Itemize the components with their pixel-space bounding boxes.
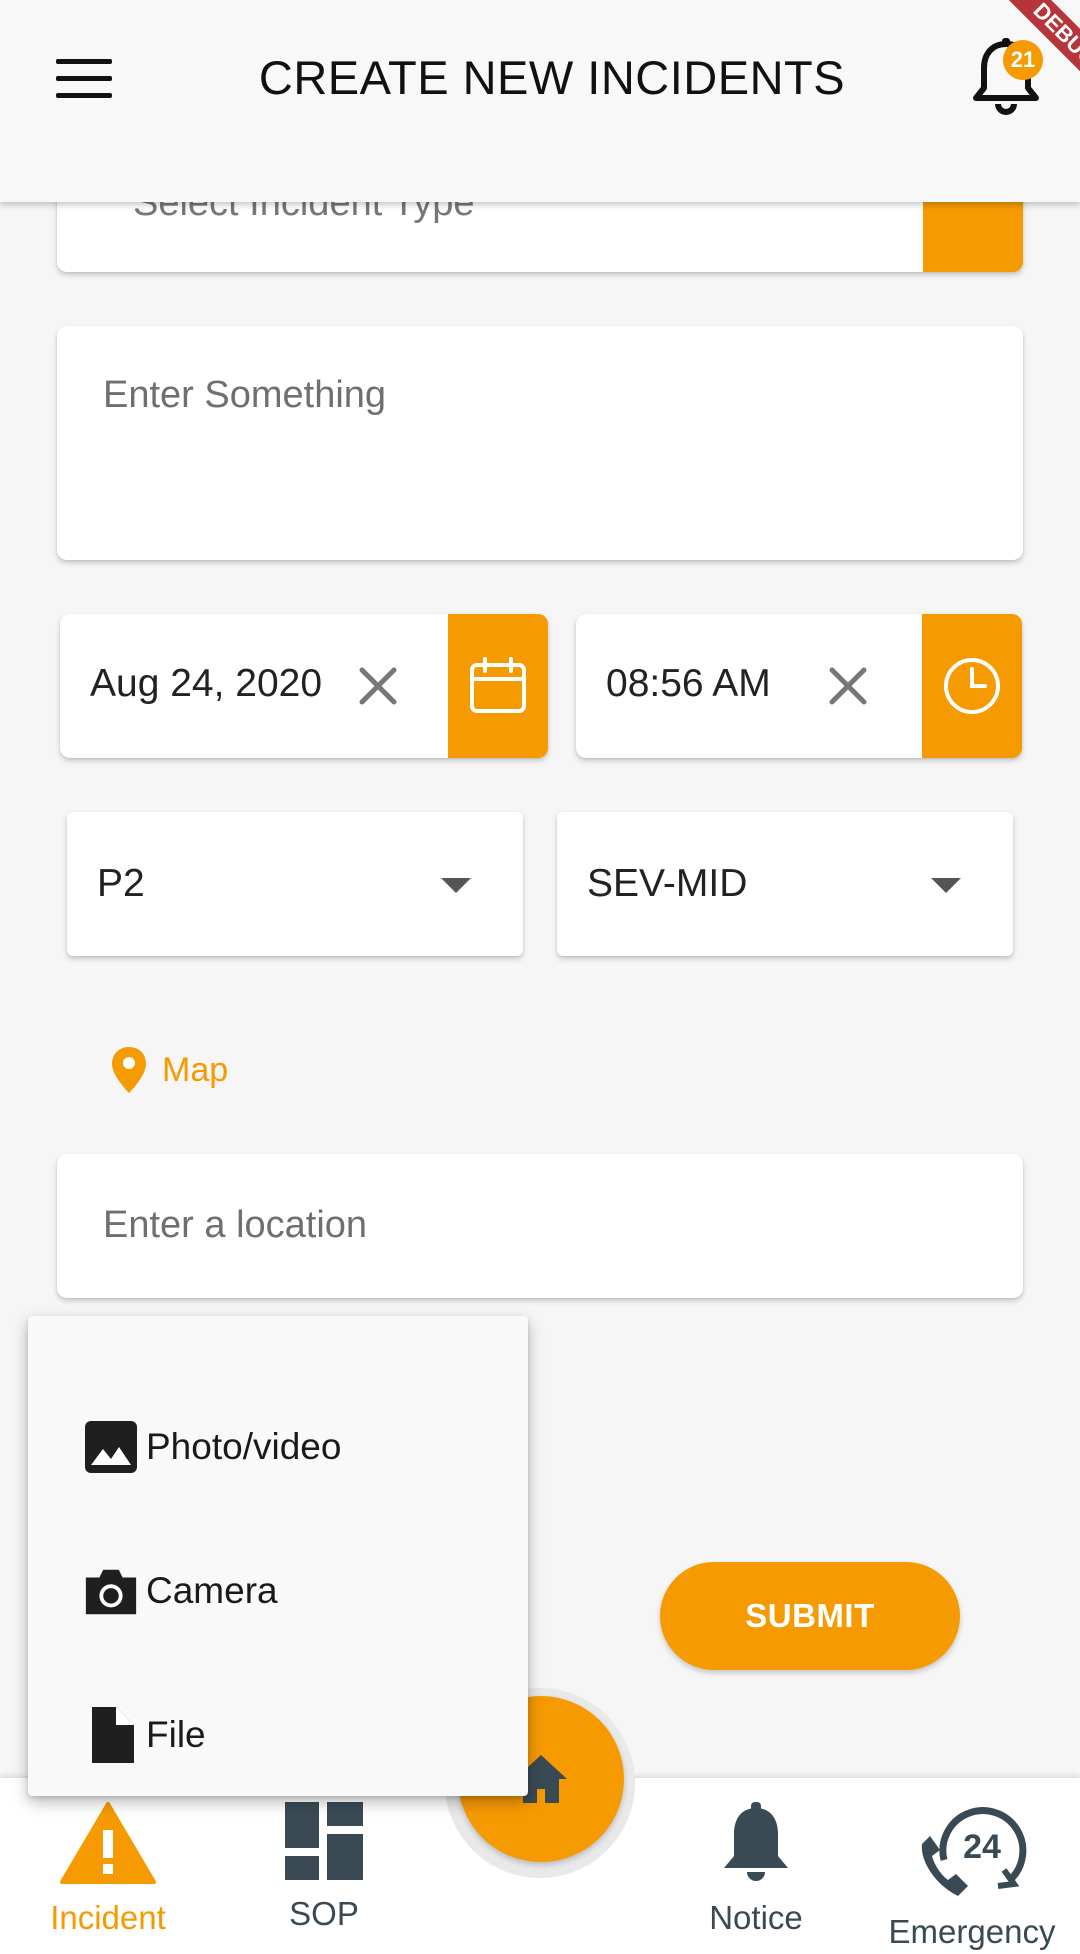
menu-item-camera[interactable]: Camera [82, 1556, 278, 1626]
location-pin-icon [112, 1047, 146, 1093]
nav-label: Incident [50, 1899, 166, 1936]
priority-value: P2 [97, 862, 145, 905]
attachment-menu: Photo/video Camera File [28, 1316, 528, 1796]
calendar-button[interactable] [448, 614, 548, 758]
description-placeholder: Enter Something [103, 374, 387, 416]
nav-item-notice[interactable]: Notice [656, 1800, 856, 1937]
date-field[interactable]: Aug 24, 2020 [60, 614, 548, 758]
chevron-down-icon [441, 878, 471, 893]
notification-badge: 21 [1003, 40, 1043, 80]
severity-value: SEV-MID [587, 862, 748, 905]
clock-icon [944, 658, 1000, 714]
time-value: 08:56 AM [606, 662, 771, 705]
image-icon [82, 1418, 140, 1476]
page-title: CREATE NEW INCIDENTS [258, 51, 846, 104]
severity-dropdown[interactable]: SEV-MID [557, 812, 1013, 956]
location-placeholder: Enter a location [103, 1204, 368, 1246]
description-input[interactable]: Enter Something [57, 326, 1023, 560]
map-label: Map [162, 1050, 229, 1089]
priority-dropdown[interactable]: P2 [67, 812, 523, 956]
menu-item-label: Camera [146, 1570, 278, 1611]
submit-button[interactable]: SUBMIT [660, 1562, 960, 1670]
warning-icon [60, 1802, 156, 1884]
dashboard-icon [285, 1802, 363, 1880]
menu-item-file[interactable]: File [82, 1700, 206, 1770]
file-icon [82, 1706, 140, 1764]
app-bar: CREATE NEW INCIDENTS 21 [0, 0, 1080, 202]
map-button[interactable]: Map [110, 1045, 228, 1095]
clear-date-icon[interactable] [358, 666, 398, 706]
camera-icon [82, 1562, 140, 1620]
svg-text:24: 24 [963, 1828, 1001, 1866]
location-input[interactable]: Enter a location [57, 1154, 1023, 1298]
date-value: Aug 24, 2020 [90, 662, 323, 705]
nav-item-incident[interactable]: Incident [8, 1800, 208, 1937]
nav-label: SOP [289, 1895, 359, 1932]
nav-label: Notice [709, 1899, 803, 1936]
nav-item-emergency[interactable]: 24 Emergency [872, 1800, 1072, 1951]
menu-item-photo-video[interactable]: Photo/video [82, 1412, 341, 1482]
phone-24-icon: 24 [921, 1807, 1027, 1896]
nav-label: Emergency [888, 1913, 1056, 1950]
calendar-icon [470, 657, 526, 713]
chevron-down-icon [931, 878, 961, 893]
clock-button[interactable] [922, 614, 1022, 758]
menu-item-label: File [146, 1714, 206, 1755]
nav-item-sop[interactable]: SOP [224, 1800, 424, 1933]
bell-icon [724, 1802, 788, 1881]
time-field[interactable]: 08:56 AM [576, 614, 1022, 758]
clear-time-icon[interactable] [828, 666, 868, 706]
menu-item-label: Photo/video [146, 1426, 342, 1467]
